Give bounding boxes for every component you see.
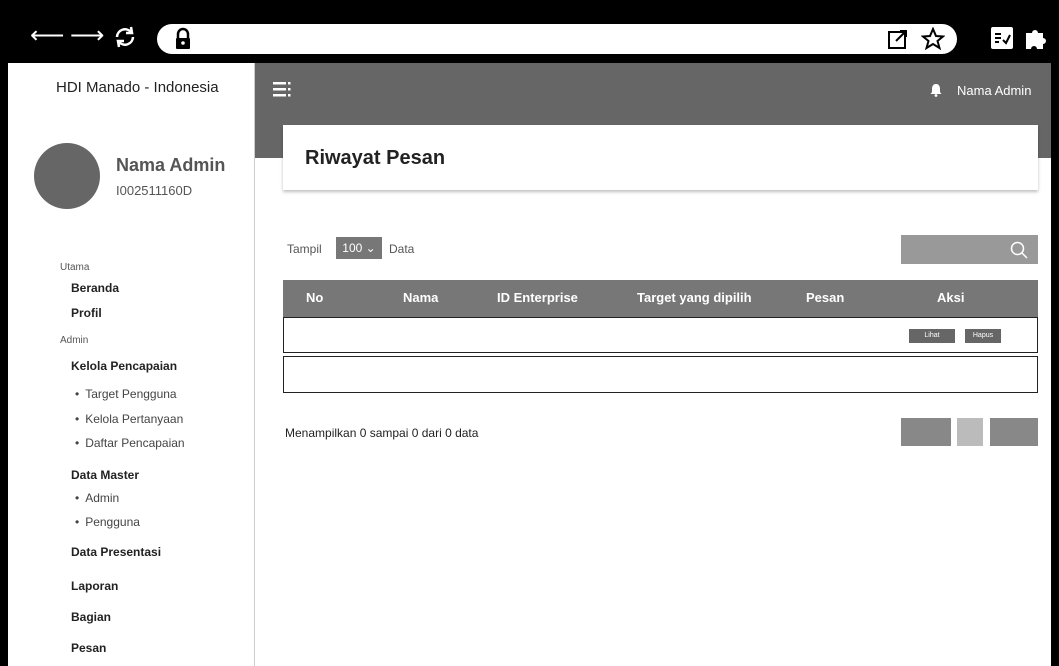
nav-item-achievements[interactable]: Kelola Pencapaian	[71, 359, 177, 373]
reload-icon[interactable]	[112, 25, 138, 49]
entries-suffix-label: Data	[389, 242, 415, 256]
delete-button[interactable]: Hapus	[964, 328, 1002, 344]
lock-icon	[176, 27, 190, 49]
header-admin-name[interactable]: Nama Admin	[957, 83, 1031, 98]
view-button[interactable]: Lihat	[908, 328, 956, 344]
nav-item-profile[interactable]: Profil	[71, 306, 102, 320]
pagination-previous-button[interactable]	[901, 418, 951, 446]
sidebar: HDI Manado - Indonesia Nama Admin I00251…	[8, 63, 255, 666]
star-icon[interactable]	[921, 27, 945, 51]
menu-icon[interactable]	[273, 81, 291, 97]
nav-subitem-achievement-list[interactable]: Daftar Pencapaian	[75, 436, 184, 450]
nav-item-message[interactable]: Pesan	[71, 641, 106, 655]
address-bar[interactable]	[157, 24, 957, 54]
page-title: Riwayat Pesan	[305, 147, 446, 169]
column-header-name[interactable]: Nama	[403, 290, 438, 305]
entries-per-page-select[interactable]: 100 ⌄	[336, 237, 382, 259]
nav-subitem-target[interactable]: Target Pengguna	[75, 387, 176, 401]
notification-bell-icon[interactable]	[929, 83, 943, 97]
show-entries-label: Tampil	[287, 242, 322, 256]
nav-item-master-data[interactable]: Data Master	[71, 468, 139, 482]
profile-id: I002511160D	[116, 183, 193, 198]
pagination-next-button[interactable]	[990, 418, 1038, 446]
nav-item-report[interactable]: Laporan	[71, 579, 118, 593]
column-header-target[interactable]: Target yang dipilih	[637, 290, 752, 305]
nav-subitem-questions[interactable]: Kelola Pertanyaan	[75, 412, 183, 426]
avatar[interactable]	[34, 143, 100, 209]
page-title-card: Riwayat Pesan	[283, 125, 1038, 190]
nav-item-home[interactable]: Beranda	[71, 281, 119, 295]
extensions-puzzle-icon[interactable]	[1023, 25, 1049, 51]
brand-name: HDI Manado - Indonesia	[56, 79, 219, 96]
search-icon[interactable]	[1010, 241, 1028, 259]
nav-subitem-admin[interactable]: Admin	[75, 491, 119, 505]
column-header-enterprise-id[interactable]: ID Enterprise	[497, 290, 578, 305]
nav-section-main: Utama	[60, 262, 90, 273]
browser-toolbar: ⟵ ⟶	[8, 8, 1051, 63]
table-row: Lihat Hapus	[283, 317, 1038, 353]
table-row	[283, 356, 1038, 393]
reading-list-icon[interactable]	[990, 26, 1014, 50]
forward-arrow-icon[interactable]: ⟶	[70, 24, 104, 48]
table-info: Menampilkan 0 sampai 0 dari 0 data	[285, 426, 479, 440]
profile-name: Nama Admin	[116, 155, 226, 175]
pagination-page-button[interactable]	[957, 418, 983, 446]
column-header-action: Aksi	[937, 290, 965, 305]
nav-section-admin: Admin	[60, 335, 89, 346]
table-header: No Nama ID Enterprise Target yang dipili…	[283, 280, 1038, 317]
search-input[interactable]	[901, 235, 1038, 264]
column-header-no[interactable]: No	[306, 290, 323, 305]
nav-item-presentation[interactable]: Data Presentasi	[71, 545, 161, 559]
column-header-message[interactable]: Pesan	[806, 290, 844, 305]
nav-item-division[interactable]: Bagian	[71, 610, 111, 624]
back-arrow-icon[interactable]: ⟵	[30, 24, 64, 48]
open-external-icon[interactable]	[887, 28, 909, 50]
nav-subitem-users[interactable]: Pengguna	[75, 515, 140, 529]
